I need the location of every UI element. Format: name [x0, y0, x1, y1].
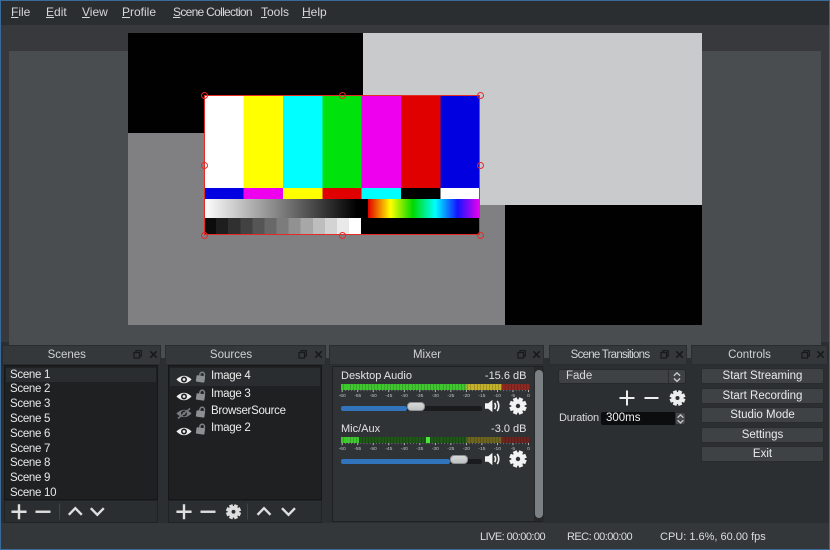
svg-text:-20: -20	[463, 393, 470, 399]
svg-text:-50: -50	[370, 393, 377, 399]
svg-text:-40: -40	[401, 446, 408, 452]
svg-text:-60: -60	[339, 446, 346, 452]
svg-text:-35: -35	[416, 393, 423, 399]
svg-text:-40: -40	[401, 393, 408, 399]
svg-text:-30: -30	[432, 393, 439, 399]
svg-text:-45: -45	[385, 446, 392, 452]
svg-text:-20: -20	[463, 446, 470, 452]
svg-text:-25: -25	[447, 446, 454, 452]
svg-text:-25: -25	[447, 393, 454, 399]
svg-text:-50: -50	[370, 446, 377, 452]
svg-text:-60: -60	[339, 393, 346, 399]
svg-text:-45: -45	[385, 393, 392, 399]
svg-text:-55: -55	[354, 446, 361, 452]
svg-text:-55: -55	[354, 393, 361, 399]
svg-text:-35: -35	[416, 446, 423, 452]
svg-text:-30: -30	[432, 446, 439, 452]
